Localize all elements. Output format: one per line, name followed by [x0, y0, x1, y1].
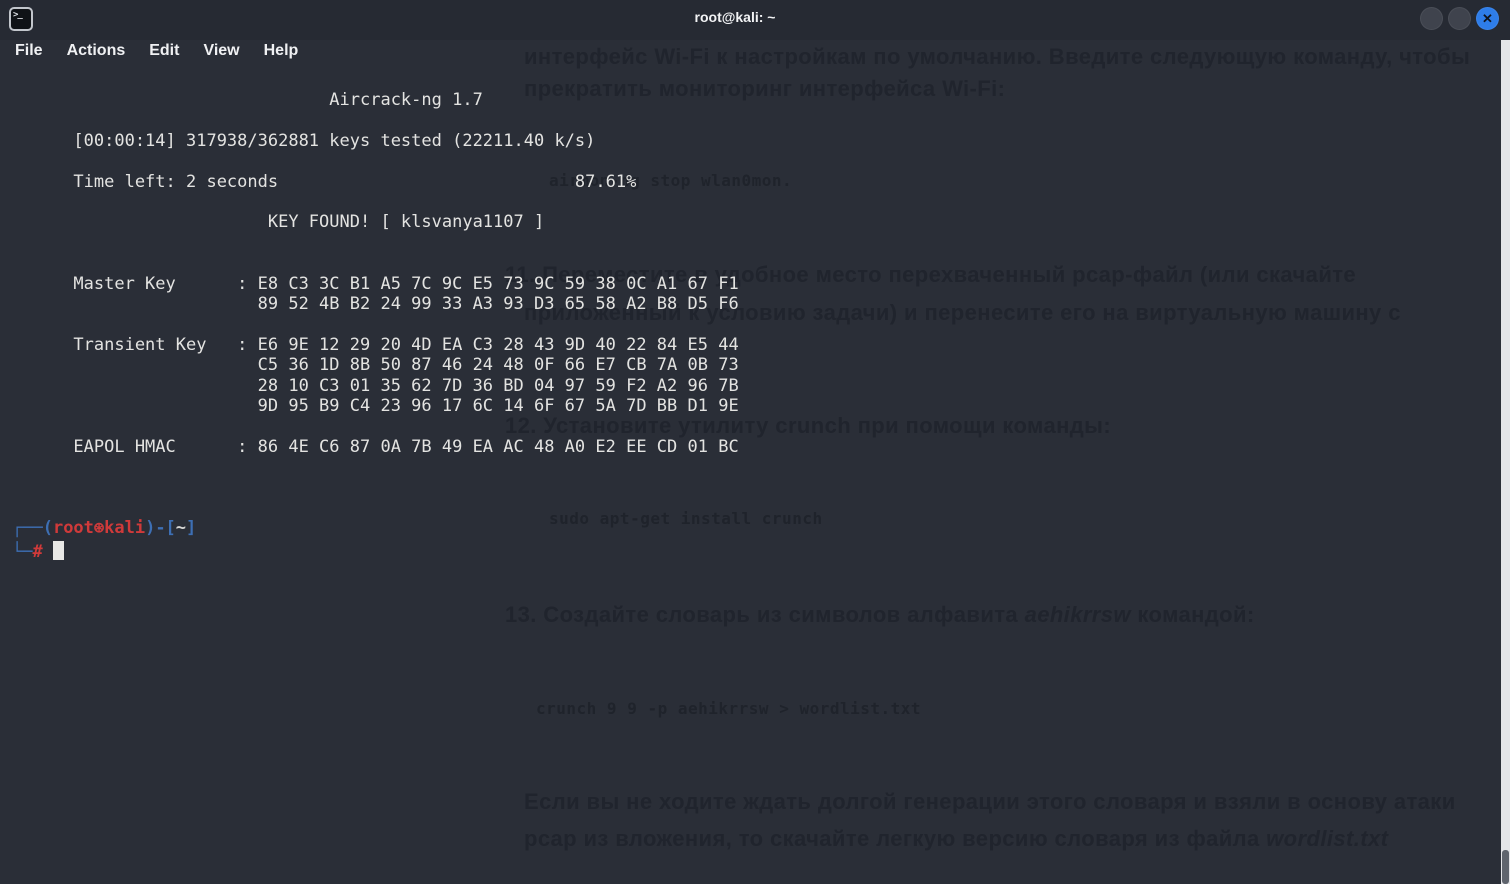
scrollbar-thumb[interactable] — [1502, 850, 1509, 884]
terminal-menubar: File Actions Edit View Help — [15, 42, 298, 60]
ghost-text-item13-alphabet: aehikrrsw — [1025, 602, 1131, 627]
ghost-text-wifi-line1: интерфейс Wi-Fi к настройкам по умолчани… — [524, 44, 1470, 70]
prompt-directory: ~ — [176, 518, 186, 538]
kali-desktop-screenshot: { "window": { "title": "root@kali: ~", "… — [0, 0, 1510, 884]
ghost-cmd-crunch: crunch 9 9 -p aehikrrsw > wordlist.txt — [536, 699, 921, 718]
ghost-cmd-sudo: sudo apt-get install crunch — [549, 509, 823, 528]
prompt-user: root⊛kali — [53, 518, 145, 538]
minimize-button[interactable] — [1420, 7, 1443, 30]
terminal-cursor[interactable] — [53, 541, 64, 560]
ghost-text-outro-wordlist: wordlist.txt — [1266, 826, 1388, 851]
prompt-corner-bottom: └─ — [12, 542, 32, 562]
menu-view[interactable]: View — [203, 42, 239, 60]
menu-file[interactable]: File — [15, 42, 43, 60]
terminal-app-icon: >_ — [9, 7, 33, 31]
ghost-text-item13-suffix: командой: — [1131, 602, 1255, 627]
ghost-text-outro-line2: pcap из вложения, то скачайте легкую вер… — [524, 826, 1388, 852]
ghost-text-item13-prefix: 13. Создайте словарь из символов алфавит… — [505, 602, 1025, 627]
maximize-button[interactable] — [1448, 7, 1471, 30]
ghost-text-outro-prefix: pcap из вложения, то скачайте легкую вер… — [524, 826, 1266, 851]
terminal-prompt-glyph: >_ — [13, 10, 22, 20]
prompt-close: ] — [186, 518, 196, 538]
shell-prompt[interactable]: ┌──(root⊛kali)-[~] └─# — [12, 518, 196, 563]
aircrack-output[interactable]: Aircrack-ng 1.7 [00:00:14] 317938/362881… — [12, 90, 739, 457]
prompt-corner-open: ┌──( — [12, 518, 53, 538]
ghost-text-outro-line1: Если вы не ходите ждать долгой генерации… — [524, 789, 1456, 815]
window-title: root@kali: ~ — [585, 9, 885, 25]
menu-help[interactable]: Help — [264, 42, 299, 60]
window-controls: ✕ — [1420, 7, 1499, 30]
prompt-hash: # — [32, 542, 42, 562]
menu-edit[interactable]: Edit — [149, 42, 179, 60]
browser-scrollbar[interactable] — [1501, 40, 1510, 884]
ghost-text-item13: 13. Создайте словарь из символов алфавит… — [505, 602, 1255, 628]
close-button[interactable]: ✕ — [1476, 7, 1499, 30]
menu-actions[interactable]: Actions — [67, 42, 126, 60]
prompt-mid: )-[ — [145, 518, 176, 538]
